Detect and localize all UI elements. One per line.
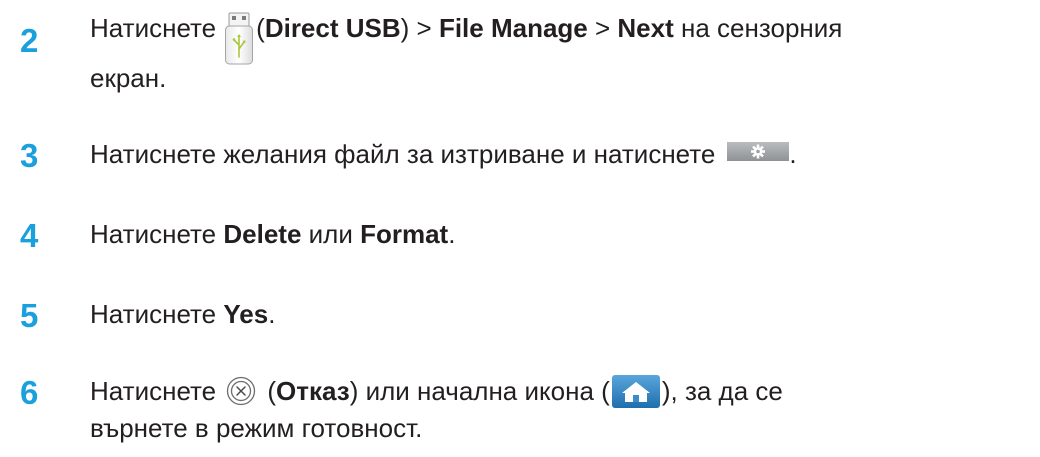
file-manage-label: File Manage [438,13,588,43]
text-segment: ( [256,13,265,43]
step-text: Натиснете Delete или Format. [90,213,1030,256]
step-number: 4 [20,217,39,254]
step-4: 4 Натиснете Delete или Format. [0,213,1040,263]
step-number: 6 [20,374,39,411]
text-segment: > [587,13,618,43]
settings-icon [727,142,790,161]
usb-drive-icon [224,11,254,67]
step-3: 3 Натиснете желания файл за изтриване и … [0,133,1040,183]
text-segment: . [448,219,456,249]
step-line-2: върнете в режим готовност. [90,413,423,443]
text-segment: ) > [400,13,439,43]
text-segment: ) или начална икона ( [349,376,610,406]
text-segment: . [268,299,276,329]
direct-usb-label: Direct USB [264,13,401,43]
text-segment: ), за да се [661,376,783,406]
step-number: 2 [20,22,39,59]
text-segment: Натиснете [90,299,224,329]
text-segment: . [789,139,797,169]
text-segment: Натиснете [90,376,217,406]
text-segment: ( [260,376,277,406]
step-number: 5 [20,297,39,334]
step-6: 6 Натиснете (Отказ) или начална икона ( [0,370,1040,455]
step-text: Натиснете желания файл за изтриване и на… [90,133,1030,176]
delete-label: Delete [223,219,302,249]
text-segment: на сензорния [673,13,843,43]
text-segment: или [301,219,361,249]
step-text: Натиснете (Отказ) или начална икона (),… [90,370,1030,450]
cancel-label: Отказ [276,376,350,406]
step-2: 2 Натиснете (Direct USB) > File Manage >… [0,2,1040,107]
step-text: Натиснете Yes. [90,293,1030,336]
home-icon [611,375,660,408]
step-text: Натиснете (Direct USB) > File Manage > N… [90,7,1030,100]
cancel-icon [226,376,256,406]
text-segment: Натиснете [90,219,224,249]
step-5: 5 Натиснете Yes. [0,293,1040,343]
format-label: Format [360,219,449,249]
next-label: Next [617,13,674,43]
yes-label: Yes [223,299,269,329]
text-segment: Натиснете желания файл за изтриване и на… [90,139,716,169]
text-segment: Натиснете [90,13,217,43]
step-number: 3 [20,137,39,174]
